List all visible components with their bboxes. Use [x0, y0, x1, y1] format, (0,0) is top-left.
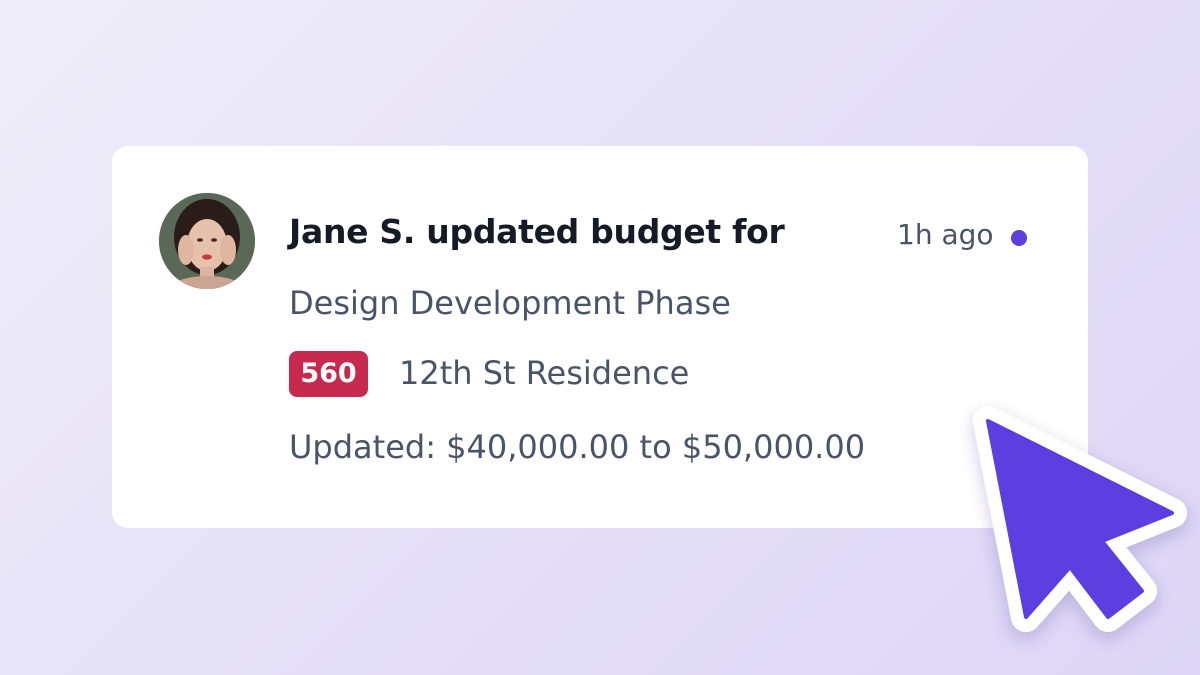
unread-indicator — [1011, 230, 1027, 246]
project-number-badge: 560 — [289, 351, 368, 397]
mouse-pointer-icon — [973, 406, 1187, 632]
notification-headline: Jane S. updated budget for — [289, 212, 785, 251]
avatar-photo — [159, 193, 255, 289]
avatar — [159, 193, 255, 289]
budget-change-text: Updated: $40,000.00 to $50,000.00 — [289, 428, 866, 466]
project-name: 12th St Residence — [399, 354, 690, 392]
phase-name: Design Development Phase — [289, 284, 731, 322]
notification-card[interactable]: Jane S. updated budget for 1h ago Design… — [112, 146, 1088, 528]
timestamp: 1h ago — [897, 218, 994, 251]
